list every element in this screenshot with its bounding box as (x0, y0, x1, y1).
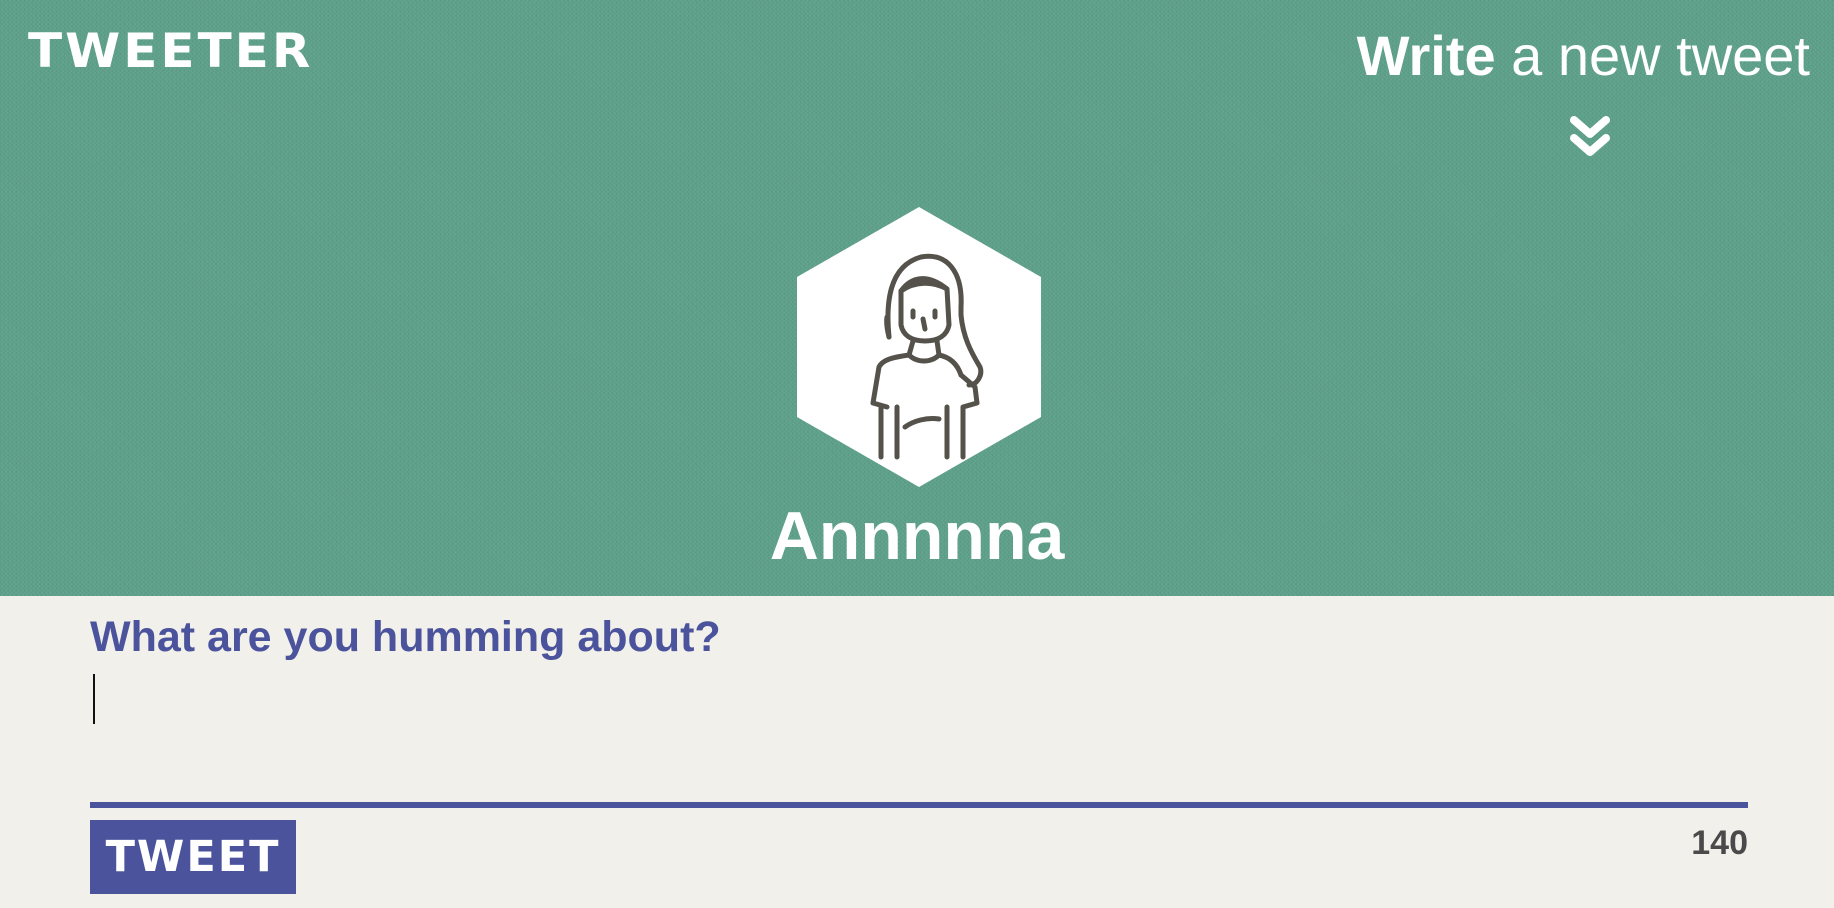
double-chevron-down-icon[interactable] (1568, 114, 1612, 162)
tweet-button[interactable]: TWEET (90, 820, 296, 894)
composer-divider (90, 802, 1748, 808)
tweet-composer: What are you humming about? (90, 616, 1748, 791)
text-cursor (93, 674, 95, 724)
write-link-light: a new tweet (1495, 24, 1810, 87)
write-link-strong: Write (1356, 24, 1496, 87)
profile-header: TWEETER Write a new tweet Annnnna (0, 0, 1834, 596)
app-logo[interactable]: TWEETER (28, 27, 313, 75)
composer-prompt: What are you humming about? (90, 613, 721, 661)
woman-avatar-icon (797, 207, 1041, 487)
write-new-tweet-link[interactable]: Write a new tweet (1357, 28, 1810, 84)
profile-username: Annnnna (769, 498, 1065, 574)
tweet-input[interactable] (90, 673, 1748, 791)
character-counter: 140 (1691, 824, 1748, 862)
